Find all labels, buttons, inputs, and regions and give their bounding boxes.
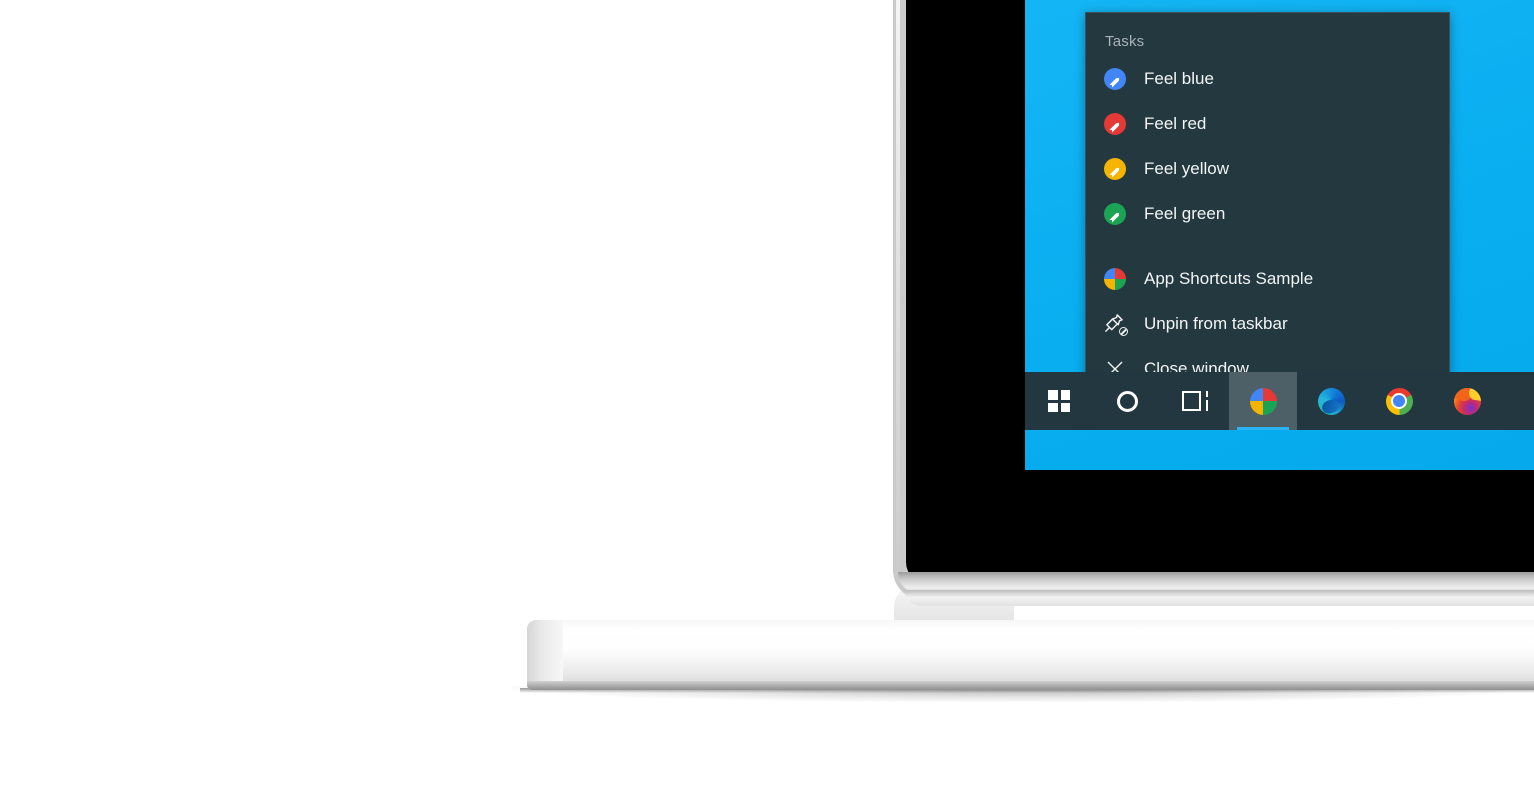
- firefox-icon: [1452, 386, 1482, 416]
- taskbar-button-google-chrome[interactable]: [1365, 372, 1433, 430]
- jump-list-item-label: App Shortcuts Sample: [1144, 268, 1314, 288]
- laptop-base-left-edge: [527, 620, 563, 690]
- taskbar-button-start[interactable]: [1025, 372, 1093, 430]
- jump-list-item-feel-yellow[interactable]: Feel yellow: [1086, 146, 1449, 191]
- jump-list-item-app-shortcuts-sample[interactable]: App Shortcuts Sample: [1086, 256, 1449, 301]
- pencil-circle-green-icon: [1102, 201, 1128, 227]
- pencil-circle-blue-icon: [1102, 66, 1128, 92]
- laptop-device: Tasks Feel blue Feel red Feel yellow Fee…: [0, 0, 1534, 805]
- circle-icon: [1112, 386, 1142, 416]
- app-pie-icon: [1248, 386, 1278, 416]
- jump-list-separator: [1086, 236, 1449, 256]
- pencil-circle-yellow-icon: [1102, 156, 1128, 182]
- taskbar-button-cortana[interactable]: [1093, 372, 1161, 430]
- jump-list-item-feel-blue[interactable]: Feel blue: [1086, 56, 1449, 101]
- taskbar-button-mozilla-firefox[interactable]: [1433, 372, 1501, 430]
- laptop-hinge-lower: [905, 590, 1534, 606]
- taskbar-button-app-shortcuts[interactable]: [1229, 372, 1297, 430]
- screenshot-root: Tasks Feel blue Feel red Feel yellow Fee…: [0, 0, 1534, 805]
- taskbar-button-microsoft-edge[interactable]: [1297, 372, 1365, 430]
- pencil-circle-red-icon: [1102, 111, 1128, 137]
- edge-icon: [1316, 386, 1346, 416]
- jump-list-item-label: Feel green: [1144, 203, 1226, 223]
- jump-list-item-feel-green[interactable]: Feel green: [1086, 191, 1449, 236]
- prohibited-badge-icon: [1119, 326, 1128, 336]
- jump-list-menu[interactable]: Tasks Feel blue Feel red Feel yellow Fee…: [1085, 12, 1450, 410]
- taskbar-button-task-view[interactable]: [1161, 372, 1229, 430]
- windows-taskbar[interactable]: [1025, 372, 1534, 430]
- jump-list-item-feel-red[interactable]: Feel red: [1086, 101, 1449, 146]
- jump-list-item-label: Unpin from taskbar: [1144, 313, 1288, 333]
- laptop-screen: Tasks Feel blue Feel red Feel yellow Fee…: [1025, 0, 1534, 470]
- app-pie-icon: [1102, 266, 1128, 292]
- jump-list-header: Tasks: [1105, 33, 1145, 50]
- laptop-lid-highlight: [896, 0, 900, 590]
- chrome-icon: [1384, 386, 1414, 416]
- jump-list-item-label: Feel red: [1144, 113, 1207, 133]
- unpin-icon: [1102, 311, 1128, 337]
- windows-logo-icon: [1044, 386, 1074, 416]
- jump-list-item-unpin-from-taskbar[interactable]: Unpin from taskbar: [1086, 301, 1449, 346]
- jump-list-item-label: Feel blue: [1144, 68, 1214, 88]
- laptop-base: [527, 620, 1534, 688]
- jump-list-item-label: Feel yellow: [1144, 158, 1230, 178]
- task-view-icon: [1180, 386, 1210, 416]
- laptop-base-front-edge: [527, 681, 1534, 690]
